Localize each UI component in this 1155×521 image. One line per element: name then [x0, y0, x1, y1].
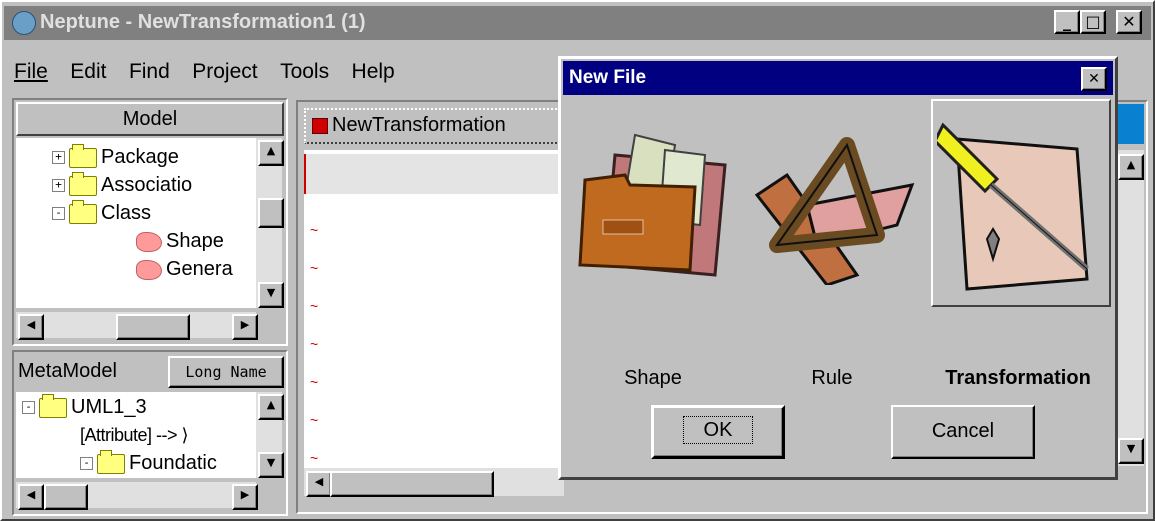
set-square-ruler-icon: [754, 137, 915, 285]
expand-icon[interactable]: +: [52, 151, 65, 165]
folder-papers-icon: [578, 133, 727, 277]
open-folder-icon: [97, 449, 125, 474]
collapse-icon[interactable]: -: [52, 207, 65, 221]
scroll-up-button[interactable]: ▲: [258, 140, 284, 166]
menu-edit[interactable]: Edit: [70, 60, 106, 84]
collapse-icon[interactable]: -: [22, 401, 35, 415]
scroll-right-button[interactable]: ▶: [232, 484, 258, 510]
tree-item-attribute[interactable]: [Attribute] --> ⟩: [80, 422, 189, 448]
model-panel-header: Model: [16, 102, 284, 136]
open-folder-icon: [39, 393, 67, 418]
option-transformation[interactable]: Transformation: [925, 99, 1115, 399]
scroll-down-button[interactable]: ▼: [258, 282, 284, 308]
editor-current-line: [304, 154, 564, 194]
scroll-right-button[interactable]: ▶: [232, 314, 258, 340]
scroll-thumb[interactable]: [44, 484, 88, 510]
collapse-icon[interactable]: -: [80, 457, 93, 471]
dialog-close-button[interactable]: ✕: [1081, 67, 1107, 91]
minimize-button[interactable]: _: [1054, 10, 1080, 34]
cancel-button[interactable]: Cancel: [891, 405, 1035, 459]
tree-item-foundation[interactable]: - Foundatic: [80, 449, 217, 476]
metamodel-tree: - UML1_3 [Attribute] --> ⟩ - Foundatic: [16, 392, 256, 478]
scroll-thumb[interactable]: [330, 471, 494, 497]
menu-tools[interactable]: Tools: [280, 60, 329, 84]
menu-file[interactable]: File: [14, 60, 48, 84]
tree-item-package[interactable]: + Package: [52, 143, 179, 170]
model-hscrollbar[interactable]: ◀ ▶: [16, 312, 258, 340]
open-folder-icon: [69, 199, 97, 224]
long-name-button[interactable]: Long Name: [168, 356, 284, 388]
tree-item-uml[interactable]: - UML1_3: [22, 393, 147, 420]
app-icon: [12, 11, 36, 35]
marker-icon: ~: [310, 222, 319, 238]
maximize-button[interactable]: □: [1080, 10, 1106, 34]
marker-icon: ~: [310, 450, 319, 466]
option-shape[interactable]: Shape: [569, 99, 737, 399]
metamodel-header: MetaModel: [18, 360, 117, 382]
marker-icon: ~: [310, 374, 319, 390]
editor-vscrollbar[interactable]: ▲ ▼: [1114, 150, 1144, 466]
menu-bar: File Edit Find Project Tools Help: [14, 60, 614, 90]
editor-text-area[interactable]: ~ ~ ~ ~ ~ ~ ~: [304, 150, 564, 468]
scroll-up-button[interactable]: ▲: [1118, 154, 1144, 180]
marker-icon: ~: [310, 298, 319, 314]
scroll-left-button[interactable]: ◀: [18, 314, 44, 340]
scroll-up-button[interactable]: ▲: [258, 394, 284, 420]
menu-project[interactable]: Project: [192, 60, 257, 84]
metamodel-panel: MetaModel Long Name - UML1_3 [Attribute] …: [12, 350, 288, 516]
expand-icon[interactable]: +: [52, 179, 65, 193]
scroll-down-button[interactable]: ▼: [258, 452, 284, 478]
window-title: Neptune - NewTransformation1 (1): [40, 11, 366, 33]
folder-icon: [69, 143, 97, 168]
editor-tab[interactable]: NewTransformation: [304, 108, 564, 144]
model-vscrollbar[interactable]: ▲ ▼: [256, 138, 284, 308]
close-button[interactable]: ✕: [1116, 10, 1142, 34]
option-shape-label: Shape: [624, 367, 682, 389]
editor-accent-bar: [1118, 104, 1144, 144]
folder-icon: [69, 171, 97, 196]
marker-icon: ~: [310, 412, 319, 428]
tree-item-association[interactable]: + Associatio: [52, 171, 192, 198]
marker-icon: ~: [310, 260, 319, 276]
shape-blob-icon: [136, 259, 162, 280]
menu-help[interactable]: Help: [352, 60, 395, 84]
option-rule[interactable]: Rule: [747, 99, 917, 399]
dialog-titlebar[interactable]: New File: [563, 61, 1113, 95]
model-panel: Model + Package + Associatio - Class Shape …: [12, 98, 288, 346]
menu-find[interactable]: Find: [129, 60, 170, 84]
new-file-dialog: New File ✕ Shape Rule Transformation OK …: [558, 56, 1118, 480]
scroll-down-button[interactable]: ▼: [1118, 438, 1144, 464]
tree-item-shape[interactable]: Shape: [136, 228, 224, 254]
option-transformation-label: Transformation: [945, 367, 1091, 389]
window-titlebar[interactable]: Neptune - NewTransformation1 (1) _ □ ✕: [4, 6, 1151, 40]
tree-item-general[interactable]: Genera: [136, 256, 233, 282]
scroll-thumb[interactable]: [116, 314, 190, 340]
metamodel-vscrollbar[interactable]: ▲ ▼: [256, 392, 284, 478]
scroll-thumb[interactable]: [258, 198, 284, 228]
marker-icon: ~: [310, 336, 319, 352]
metamodel-hscrollbar[interactable]: ◀ ▶: [16, 482, 258, 510]
editor-hscrollbar[interactable]: ◀: [304, 468, 564, 497]
model-tree: + Package + Associatio - Class Shape Genera: [16, 138, 256, 308]
tree-item-class[interactable]: - Class: [52, 199, 151, 226]
ok-button[interactable]: OK: [651, 405, 785, 459]
option-rule-label: Rule: [811, 367, 853, 389]
screwdriver-icon: [937, 122, 1089, 291]
scroll-left-button[interactable]: ◀: [306, 471, 332, 497]
scroll-left-button[interactable]: ◀: [18, 484, 44, 510]
save-icon: [312, 117, 328, 134]
shape-blob-icon: [136, 231, 162, 252]
